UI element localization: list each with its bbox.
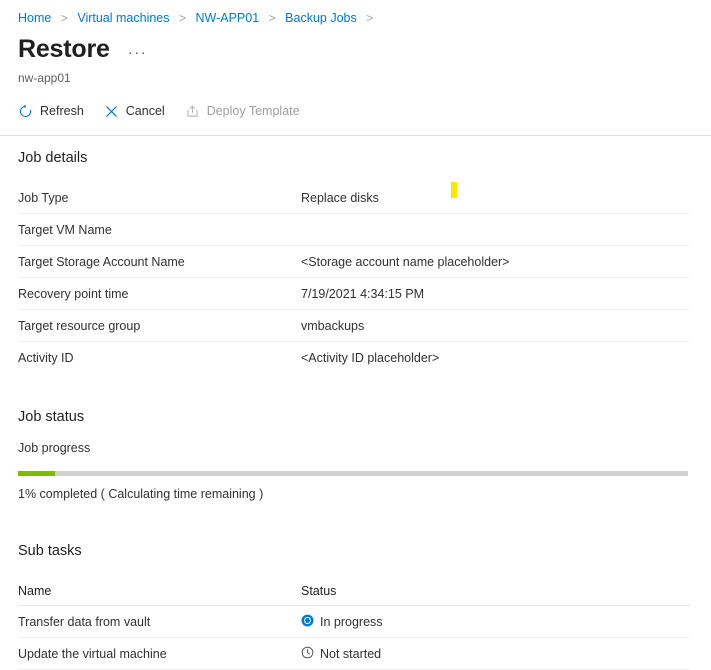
- detail-key: Recovery point time: [18, 286, 129, 301]
- sub-task-status: Not started: [320, 646, 382, 661]
- table-row: Target VM Name: [18, 214, 690, 246]
- page-title: Restore: [18, 35, 110, 63]
- column-header-status: Status: [301, 584, 337, 598]
- in-progress-sync-icon: [301, 614, 314, 630]
- breadcrumb-item-backup-jobs[interactable]: Backup Jobs: [285, 11, 357, 25]
- table-row: Target resource group vmbackups: [18, 310, 690, 342]
- detail-value: <Activity ID placeholder>: [301, 350, 440, 365]
- table-row: Transfer data from vault In progress: [18, 606, 690, 638]
- table-header-row: Name Status: [18, 577, 690, 606]
- refresh-icon: [18, 104, 33, 119]
- table-row: Update the virtual machine Not started: [18, 638, 690, 670]
- page-title-row: Restore ···: [0, 26, 711, 68]
- breadcrumb-separator-icon: >: [179, 11, 187, 25]
- deploy-template-label: Deploy Template: [206, 104, 300, 118]
- job-progress-fill: [18, 471, 55, 476]
- detail-key: Target resource group: [18, 318, 141, 333]
- breadcrumb-separator-icon: >: [60, 11, 68, 25]
- job-progress-label: Job progress: [18, 441, 91, 455]
- table-row: Recovery point time 7/19/2021 4:34:15 PM: [18, 278, 690, 310]
- job-details-heading: Job details: [18, 150, 88, 166]
- job-progress-text: 1% completed ( Calculating time remainin…: [18, 487, 264, 501]
- detail-value: Replace disks: [301, 190, 379, 205]
- sub-task-name: Transfer data from vault: [18, 614, 151, 629]
- sub-task-status: In progress: [320, 614, 383, 629]
- column-header-name: Name: [18, 584, 52, 598]
- detail-value: 7/19/2021 4:34:15 PM: [301, 286, 425, 301]
- table-row: Activity ID <Activity ID placeholder>: [18, 342, 690, 373]
- sub-task-name: Update the virtual machine: [18, 646, 167, 661]
- deploy-template-button: Deploy Template: [185, 104, 300, 119]
- detail-value: <Storage account name placeholder>: [301, 254, 510, 269]
- breadcrumb-item-virtual-machines[interactable]: Virtual machines: [77, 11, 169, 25]
- table-row: Target Storage Account Name <Storage acc…: [18, 246, 690, 278]
- detail-key: Activity ID: [18, 350, 74, 365]
- breadcrumb-item-home[interactable]: Home: [18, 11, 51, 25]
- refresh-label: Refresh: [40, 104, 84, 118]
- job-progress-bar: [18, 471, 688, 476]
- breadcrumb: Home > Virtual machines > NW-APP01 > Bac…: [0, 0, 711, 26]
- sub-tasks-table: Name Status Transfer data from vault In …: [18, 577, 690, 670]
- cancel-button[interactable]: Cancel: [104, 104, 165, 119]
- detail-key: Target VM Name: [18, 222, 112, 237]
- job-details-table: Job Type Replace disks Target VM Name Ta…: [18, 182, 690, 373]
- more-options-icon[interactable]: ···: [128, 38, 148, 68]
- breadcrumb-separator-icon: >: [366, 11, 374, 25]
- cancel-label: Cancel: [125, 104, 165, 118]
- refresh-button[interactable]: Refresh: [18, 104, 84, 119]
- detail-key: Job Type: [18, 190, 69, 205]
- page-subtitle: nw-app01: [18, 71, 71, 85]
- detail-key: Target Storage Account Name: [18, 254, 185, 269]
- table-row: Job Type Replace disks: [18, 182, 690, 214]
- breadcrumb-separator-icon: >: [268, 11, 276, 25]
- detail-value: vmbackups: [301, 318, 365, 333]
- upload-icon: [185, 104, 200, 119]
- breadcrumb-item-nw-app01[interactable]: NW-APP01: [196, 11, 260, 25]
- command-bar: Refresh Cancel Deploy Template: [0, 86, 711, 124]
- clock-icon: [301, 646, 314, 662]
- sub-tasks-heading: Sub tasks: [18, 543, 82, 559]
- close-icon: [104, 104, 119, 119]
- job-status-heading: Job status: [18, 409, 85, 425]
- annotation-marker: [451, 182, 457, 198]
